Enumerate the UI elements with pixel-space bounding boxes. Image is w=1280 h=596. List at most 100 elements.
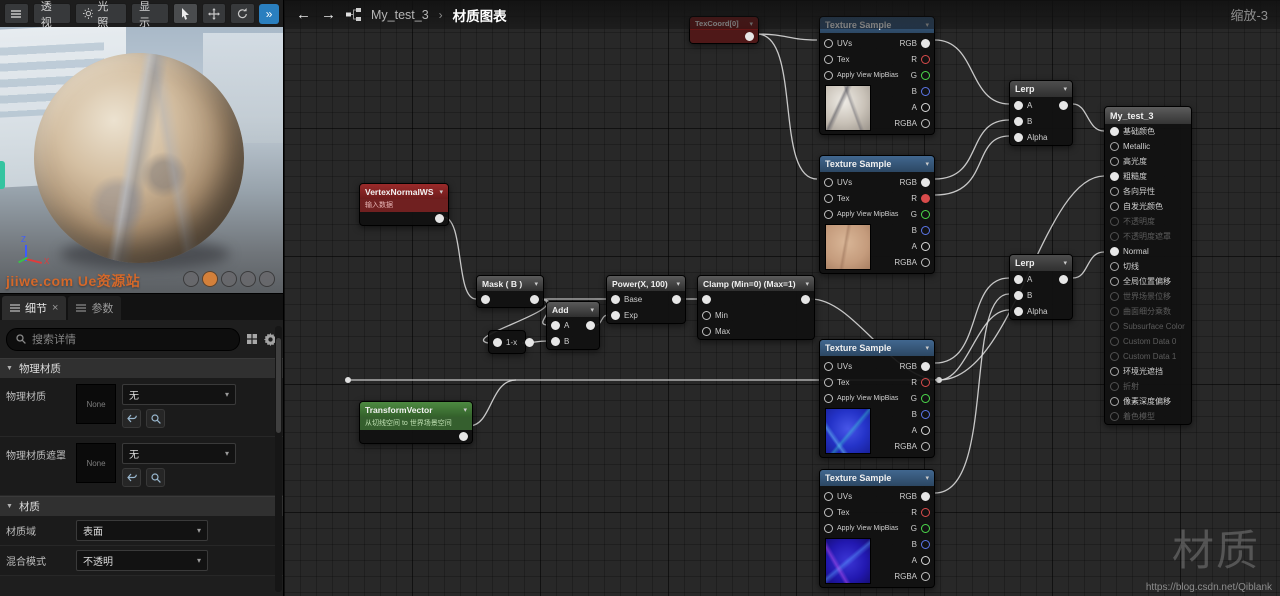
viewport-option-2[interactable] — [202, 271, 218, 287]
physical-material-dropdown[interactable]: 无 ▾ — [122, 384, 236, 405]
viewport-option-3[interactable] — [221, 271, 237, 287]
node-header[interactable]: Mask ( B ) ▾ — [477, 276, 543, 291]
node-header[interactable]: Lerp ▾ — [1010, 81, 1072, 97]
pin-uvs[interactable] — [824, 39, 833, 48]
material-pin-world-displacement[interactable]: 世界场景位移 — [1105, 289, 1191, 304]
material-pin-custom0[interactable]: Custom Data 0 — [1105, 334, 1191, 349]
pin-tex[interactable] — [824, 55, 833, 64]
pin-output[interactable] — [435, 214, 444, 223]
tab-parameters[interactable]: 参数 — [68, 296, 121, 320]
select-tool-button[interactable] — [173, 3, 198, 24]
chevron-down-icon[interactable]: ▾ — [439, 188, 443, 196]
material-pin-opacity[interactable]: 不透明度 — [1105, 214, 1191, 229]
material-pin-wpo[interactable]: 全局位置偏移 — [1105, 274, 1191, 289]
material-pin-pixel-depth-offset[interactable]: 像素深度偏移 — [1105, 394, 1191, 409]
material-pin-subsurface[interactable]: Subsurface Color — [1105, 319, 1191, 334]
asset-thumbnail[interactable]: None — [76, 384, 116, 424]
breadcrumb-page[interactable]: 材质图表 — [453, 5, 507, 25]
pin-uvs[interactable] — [824, 362, 833, 371]
perspective-button[interactable]: 透视 — [33, 3, 71, 24]
physical-material-mask-dropdown[interactable]: 无 ▾ — [122, 443, 236, 464]
pin-tex[interactable] — [824, 378, 833, 387]
viewport-menu-button[interactable] — [4, 3, 29, 24]
pin-mipbias[interactable] — [824, 394, 833, 403]
node-texture-sample-3[interactable]: Texture Sample ▾ UVsRGB TexR Apply View … — [819, 339, 935, 458]
viewport-option-5[interactable] — [259, 271, 275, 287]
show-menu-button[interactable]: 显示 — [131, 3, 169, 24]
pin-mipbias[interactable] — [824, 71, 833, 80]
pin-output[interactable] — [586, 321, 595, 330]
pin-output[interactable] — [530, 295, 539, 304]
chevron-down-icon[interactable]: ▾ — [534, 280, 538, 288]
display-filter-icon[interactable] — [246, 333, 258, 345]
pin-tex[interactable] — [824, 508, 833, 517]
viewport-side-tab[interactable] — [0, 161, 5, 189]
pin-a[interactable] — [921, 426, 930, 435]
pin-rgba[interactable] — [921, 258, 930, 267]
node-vertexnormalws[interactable]: VertexNormalWS ▾ 输入数据 — [359, 183, 449, 226]
chevron-down-icon[interactable]: ▾ — [590, 306, 594, 314]
pin-output[interactable] — [459, 432, 468, 441]
pin-mipbias[interactable] — [824, 524, 833, 533]
texture-thumbnail[interactable] — [825, 408, 871, 454]
forward-arrow-icon[interactable]: → — [321, 6, 336, 23]
material-domain-dropdown[interactable]: 表面 ▾ — [76, 520, 208, 541]
pin-b[interactable] — [1014, 117, 1023, 126]
rotate-tool-button[interactable] — [230, 3, 255, 24]
pin-output[interactable] — [801, 295, 810, 304]
back-arrow-icon[interactable]: ← — [296, 6, 311, 23]
node-texture-sample-1[interactable]: Texture Sample ▾ UVsRGB TexR Apply View … — [819, 16, 935, 135]
material-pin-normal[interactable]: Normal — [1105, 244, 1191, 259]
pin-g[interactable] — [921, 210, 930, 219]
lit-mode-button[interactable]: 光照 — [75, 3, 128, 24]
pin-g[interactable] — [921, 394, 930, 403]
node-material-result[interactable]: My_test_3 基础颜色 Metallic 高光度 粗糙度 各向异性 自发光… — [1104, 106, 1192, 425]
pin-output[interactable] — [1059, 275, 1068, 284]
material-pin-ao[interactable]: 环境光遮挡 — [1105, 364, 1191, 379]
material-pin-opacity-mask[interactable]: 不透明度遮罩 — [1105, 229, 1191, 244]
node-header[interactable]: Texture Sample ▾ — [820, 340, 934, 356]
browse-asset-button[interactable] — [146, 468, 165, 487]
breadcrumb-asset[interactable]: My_test_3 — [371, 8, 429, 22]
node-header[interactable]: TransformVector ▾ — [360, 402, 472, 417]
section-physical-material[interactable]: ▼ 物理材质 — [0, 358, 283, 378]
material-pin-custom1[interactable]: Custom Data 1 — [1105, 349, 1191, 364]
node-lerp-2[interactable]: Lerp ▾ A B Alpha — [1009, 254, 1073, 320]
pin-g[interactable] — [921, 71, 930, 80]
search-input[interactable]: 搜索详情 — [6, 328, 240, 351]
pin-rgb[interactable] — [921, 178, 930, 187]
viewport-option-4[interactable] — [240, 271, 256, 287]
chevron-down-icon[interactable]: ▾ — [925, 160, 929, 168]
blend-mode-dropdown[interactable]: 不透明 ▾ — [76, 550, 208, 571]
pin-rgba[interactable] — [921, 442, 930, 451]
pin-output[interactable] — [672, 295, 681, 304]
scrollbar-thumb[interactable] — [276, 338, 281, 433]
chevron-down-icon[interactable]: ▾ — [1063, 259, 1067, 267]
pin-b[interactable] — [921, 87, 930, 96]
pin-a[interactable] — [1014, 275, 1023, 284]
node-header[interactable]: Texture Sample ▾ — [820, 470, 934, 486]
material-pin-emissive[interactable]: 自发光颜色 — [1105, 199, 1191, 214]
pin-output[interactable] — [1059, 101, 1068, 110]
node-texture-sample-2[interactable]: Texture Sample ▾ UVsRGB TexR Apply View … — [819, 155, 935, 274]
pin-g[interactable] — [921, 524, 930, 533]
pin-min[interactable] — [702, 311, 711, 320]
close-icon[interactable]: × — [52, 303, 58, 314]
chevron-down-icon[interactable]: ▾ — [805, 280, 809, 288]
pin-b[interactable] — [551, 337, 560, 346]
pin-mipbias[interactable] — [824, 210, 833, 219]
pin-r[interactable] — [921, 55, 930, 64]
material-pin-shading-model[interactable]: 着色模型 — [1105, 409, 1191, 424]
texture-thumbnail[interactable] — [825, 224, 871, 270]
texture-thumbnail[interactable] — [825, 538, 871, 584]
material-pin-refraction[interactable]: 折射 — [1105, 379, 1191, 394]
pin-r[interactable] — [921, 378, 930, 387]
chevron-down-icon[interactable]: ▾ — [463, 406, 467, 414]
pin-rgb[interactable] — [921, 362, 930, 371]
pin-b[interactable] — [921, 410, 930, 419]
pin-output[interactable] — [525, 338, 534, 347]
material-pin-specular[interactable]: 高光度 — [1105, 154, 1191, 169]
pin-rgba[interactable] — [921, 119, 930, 128]
pin-rgb[interactable] — [921, 492, 930, 501]
pin-input[interactable] — [481, 295, 490, 304]
